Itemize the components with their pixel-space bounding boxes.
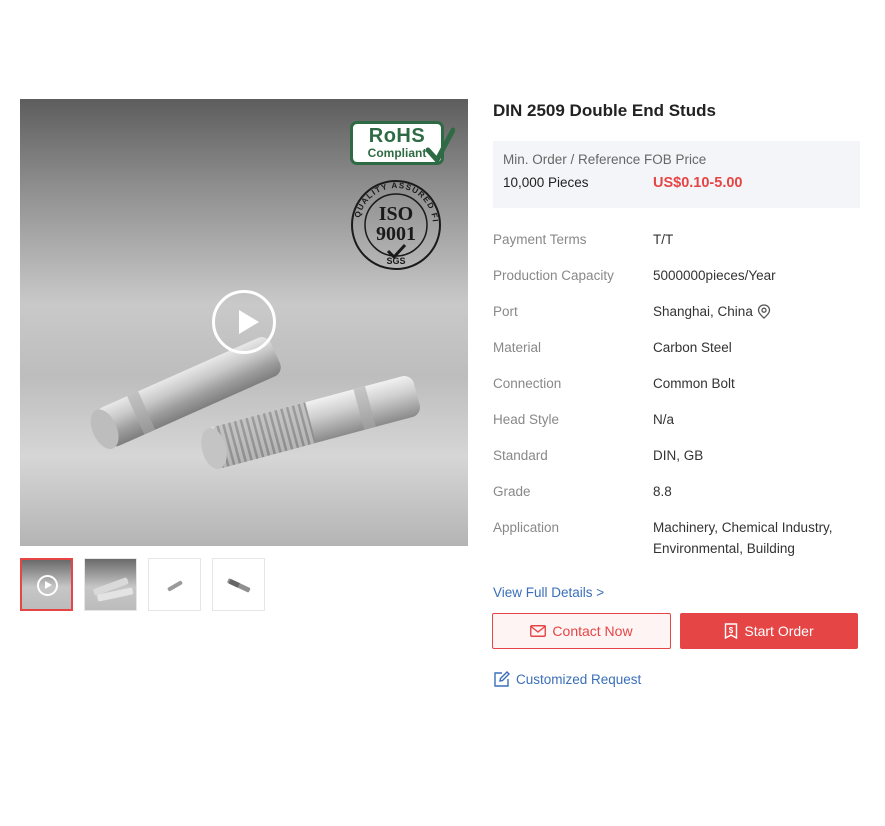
start-order-button[interactable]: $ Start Order: [680, 613, 858, 649]
mail-icon: [530, 625, 547, 637]
attribute-label: Standard: [493, 448, 548, 463]
attribute-value: Common Bolt: [653, 376, 735, 391]
thumbnail-photo-3[interactable]: [212, 558, 265, 611]
checkmark-icon: [425, 127, 455, 165]
customized-request-link[interactable]: Customized Request: [493, 671, 641, 688]
attribute-list: Payment Terms T/T Production Capacity 50…: [493, 229, 863, 574]
product-page: RoHS Compliant QUALITY ASSURED FIRM ISO …: [0, 0, 885, 826]
attribute-value: 5000000pieces/Year: [653, 268, 776, 283]
attribute-row: Grade 8.8: [493, 481, 863, 502]
attribute-value: Machinery, Chemical Industry, Environmen…: [653, 520, 833, 556]
thumbnail-stud-threaded: [227, 578, 251, 593]
order-icon: $: [725, 623, 738, 639]
edit-icon: [494, 671, 510, 687]
sgs-label: SGS: [386, 256, 406, 266]
iso-line2: 9001: [376, 223, 416, 245]
view-full-details-link[interactable]: View Full Details >: [493, 585, 604, 600]
thumbnail-photo-2[interactable]: [148, 558, 201, 611]
thumbnail-stud-single: [167, 580, 183, 592]
play-icon[interactable]: [212, 290, 276, 354]
attribute-row: Production Capacity 5000000pieces/Year: [493, 265, 863, 286]
contact-now-label: Contact Now: [552, 623, 633, 639]
play-icon: [37, 575, 58, 596]
attribute-label: Grade: [493, 484, 531, 499]
attribute-label: Production Capacity: [493, 268, 614, 283]
price-box: Min. Order / Reference FOB Price 10,000 …: [493, 141, 860, 208]
price-row: 10,000 Pieces US$0.10-5.00: [503, 175, 850, 191]
attribute-value: 8.8: [653, 484, 672, 499]
attribute-row: Application Machinery, Chemical Industry…: [493, 517, 863, 559]
fob-price: US$0.10-5.00: [653, 175, 743, 191]
product-title: DIN 2509 Double End Studs: [493, 101, 716, 120]
iso-label: ISO 9001: [350, 204, 442, 244]
attribute-label: Head Style: [493, 412, 560, 427]
rohs-badge: RoHS Compliant: [350, 121, 455, 165]
attribute-label: Material: [493, 340, 542, 355]
attribute-value: Carbon Steel: [653, 340, 732, 355]
customized-request-label: Customized Request: [516, 672, 642, 687]
attribute-value: T/T: [653, 232, 674, 247]
start-order-label: Start Order: [744, 623, 814, 639]
attribute-row: Head Style N/a: [493, 409, 863, 430]
attribute-value: N/a: [653, 412, 675, 427]
attribute-row: Material Carbon Steel: [493, 337, 863, 358]
iso-line1: ISO: [378, 203, 414, 225]
attribute-row: Standard DIN, GB: [493, 445, 863, 466]
thumbnail-photo-1[interactable]: [84, 558, 137, 611]
thumbnail-studs: [93, 577, 134, 602]
thumbnail-video[interactable]: [20, 558, 73, 611]
attribute-value-port: Shanghai, China: [653, 301, 863, 322]
attribute-label: Application: [493, 520, 560, 535]
attribute-row: Connection Common Bolt: [493, 373, 863, 394]
contact-now-button[interactable]: Contact Now: [492, 613, 671, 649]
min-order-quantity: 10,000 Pieces: [503, 175, 589, 190]
attribute-row: Payment Terms T/T: [493, 229, 863, 250]
attribute-label: Connection: [493, 376, 562, 391]
attribute-row: Port Shanghai, China: [493, 301, 863, 322]
attribute-value: DIN, GB: [653, 448, 704, 463]
port-text: Shanghai, China: [653, 304, 753, 319]
main-product-video[interactable]: RoHS Compliant QUALITY ASSURED FIRM ISO …: [20, 99, 468, 546]
attribute-label: Port: [493, 304, 518, 319]
svg-text:$: $: [729, 626, 734, 635]
location-pin-icon[interactable]: [757, 304, 771, 319]
attribute-label: Payment Terms: [493, 232, 587, 247]
price-header: Min. Order / Reference FOB Price: [503, 152, 707, 167]
thumbnail-strip: [20, 558, 265, 611]
